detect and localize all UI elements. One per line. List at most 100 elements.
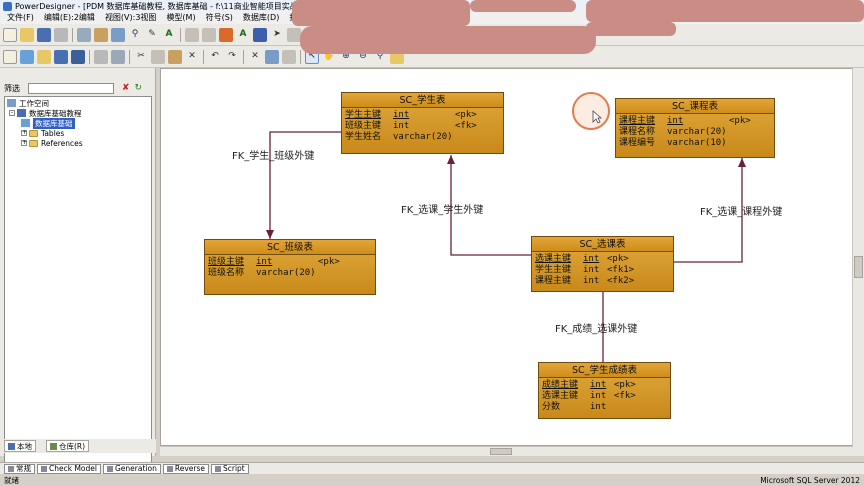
delete-icon[interactable]: ✕	[185, 50, 199, 64]
column-row[interactable]: 选课主键 int <pk>	[535, 254, 670, 265]
ref-label-selection-course[interactable]: FK_选课_课程外键	[700, 203, 782, 218]
properties-model-icon[interactable]	[265, 49, 279, 64]
column-row[interactable]: 班级主键 int <fk>	[345, 121, 500, 132]
tab-label: Script	[222, 464, 245, 473]
ref-label-grade-selection[interactable]: FK_成绩_选课外键	[555, 320, 637, 335]
horizontal-scrollbar[interactable]	[160, 446, 853, 456]
preview-icon[interactable]	[111, 49, 125, 64]
copy-icon[interactable]	[77, 27, 91, 42]
toolbar-separator	[89, 49, 90, 64]
paste-icon[interactable]	[94, 27, 108, 42]
tab-general[interactable]: 常规	[4, 463, 35, 474]
entity-student[interactable]: SC_学生表 学生主键 int <pk> 班级主键 int <fk> 学生姓名 varch…	[341, 92, 504, 154]
menu-database[interactable]: 数据库(D)	[238, 12, 284, 24]
column-row[interactable]: 分数 int	[542, 402, 667, 413]
text-icon[interactable]: A	[162, 28, 176, 42]
local-icon	[8, 442, 15, 450]
expand-icon[interactable]: +	[21, 140, 27, 146]
fill-icon[interactable]: A	[236, 28, 250, 42]
save-model-icon[interactable]	[54, 49, 68, 64]
bold-icon[interactable]	[185, 27, 199, 42]
entity-selection[interactable]: SC_选课表 选课主键 int <pk> 学生主键 int <fk1> 课程主键 int <…	[531, 236, 674, 292]
new-icon[interactable]	[3, 27, 17, 42]
column-name: 学生主键	[535, 265, 572, 275]
open-model-icon[interactable]	[20, 49, 34, 64]
menu-view[interactable]: 视图(V):3视图	[100, 12, 162, 24]
open-icon[interactable]	[20, 27, 34, 42]
entity-grade[interactable]: SC_学生成绩表 成绩主键 int <pk> 选课主键 int <fk> 分数 int	[538, 362, 671, 419]
column-name: 学生主键	[345, 110, 382, 120]
tree-item-references[interactable]: + References	[5, 138, 151, 148]
menu-symbol[interactable]: 符号(S)	[201, 12, 238, 24]
find-icon[interactable]: ✎	[145, 28, 159, 42]
align-icon[interactable]	[202, 27, 216, 42]
print-model-icon[interactable]	[94, 49, 108, 64]
column-key	[455, 132, 485, 143]
cut-icon[interactable]: ✂	[134, 50, 148, 64]
delete-model-icon[interactable]: ✕	[248, 50, 262, 64]
refresh-icon[interactable]: ↻	[135, 83, 143, 93]
column-row[interactable]: 课程主键 int <pk>	[619, 116, 771, 127]
column-name: 课程主键	[535, 276, 572, 286]
diagram-icon	[21, 119, 30, 127]
tab-repository[interactable]: 仓库(R)	[46, 440, 90, 452]
scrollbar-thumb[interactable]	[490, 448, 512, 455]
copy-model-icon[interactable]	[151, 49, 165, 64]
redacted-area	[470, 0, 576, 12]
tab-reverse[interactable]: Reverse	[162, 463, 209, 474]
tree-item-workspace[interactable]: 工作空间	[5, 98, 151, 108]
entity-class[interactable]: SC_班级表 班级主键 int <pk> 班级名称 varchar(20)	[204, 239, 376, 295]
filter-row: 筛选 ✘ ↻	[4, 82, 152, 94]
column-row[interactable]: 班级名称 varchar(20)	[208, 268, 372, 279]
column-type: int	[590, 402, 607, 412]
new-model-icon[interactable]	[3, 49, 17, 64]
line-icon[interactable]	[253, 27, 267, 42]
menu-model[interactable]: 模型(M)	[161, 12, 200, 24]
print-icon[interactable]	[54, 27, 68, 42]
column-row[interactable]: 学生姓名 varchar(20)	[345, 132, 500, 143]
tab-label: 常规	[16, 464, 31, 473]
ref-label-student-class[interactable]: FK_学生_班级外键	[232, 147, 314, 162]
tree-item-label: Tables	[41, 128, 65, 138]
column-row[interactable]: 课程主键 int <fk2>	[535, 276, 670, 287]
entity-course[interactable]: SC_课程表 课程主键 int <pk> 课程名称 varchar(20) 课程编号 v…	[615, 98, 775, 158]
paste-model-icon[interactable]	[168, 49, 182, 64]
clear-filter-icon[interactable]: ✘	[122, 83, 130, 93]
arrow-icon[interactable]: ➤	[270, 28, 284, 42]
tab-check-model[interactable]: Check Model	[37, 463, 101, 474]
column-row[interactable]: 班级主键 int <pk>	[208, 257, 372, 268]
column-row[interactable]: 课程编号 varchar(10)	[619, 138, 771, 149]
menu-edit[interactable]: 编辑(E):2编辑	[39, 12, 100, 24]
redo-icon[interactable]: ↷	[225, 50, 239, 64]
expand-icon[interactable]: +	[21, 130, 27, 136]
tab-local[interactable]: 本地	[4, 440, 36, 452]
shape-icon[interactable]	[287, 27, 301, 42]
tree-item-model[interactable]: - 数据库基础教程	[5, 108, 151, 118]
folder-icon[interactable]	[37, 49, 51, 64]
tab-icon	[106, 465, 113, 472]
ref-label-selection-student[interactable]: FK_选课_学生外键	[401, 201, 483, 216]
column-row[interactable]: 成绩主键 int <pk>	[542, 380, 667, 391]
filter-input[interactable]	[28, 82, 114, 94]
column-row[interactable]: 学生主键 int <fk1>	[535, 265, 670, 276]
properties-icon[interactable]	[111, 27, 125, 42]
column-name: 班级主键	[208, 257, 245, 267]
column-row[interactable]: 学生主键 int <pk>	[345, 110, 500, 121]
collapse-icon[interactable]: -	[9, 110, 15, 116]
column-row[interactable]: 选课主键 int <fk>	[542, 391, 667, 402]
undo-icon[interactable]: ↶	[208, 50, 222, 64]
tab-script[interactable]: Script	[210, 463, 249, 474]
save-all-icon[interactable]	[71, 49, 85, 64]
zoom-icon[interactable]: ⚲	[128, 28, 142, 42]
save-icon[interactable]	[37, 27, 51, 42]
color-icon[interactable]	[219, 27, 233, 42]
check-icon[interactable]	[282, 49, 296, 64]
menu-file[interactable]: 文件(F)	[2, 12, 39, 24]
scrollbar-thumb[interactable]	[854, 256, 863, 278]
column-row[interactable]: 课程名称 varchar(20)	[619, 127, 771, 138]
tree-item-diagram[interactable]: 数据库基础	[5, 117, 151, 129]
entity-columns: 课程主键 int <pk> 课程名称 varchar(20) 课程编号 varchar(…	[616, 114, 774, 157]
vertical-scrollbar[interactable]	[852, 68, 864, 456]
tree-item-tables[interactable]: + Tables	[5, 128, 151, 138]
tab-generation[interactable]: Generation	[102, 463, 161, 474]
